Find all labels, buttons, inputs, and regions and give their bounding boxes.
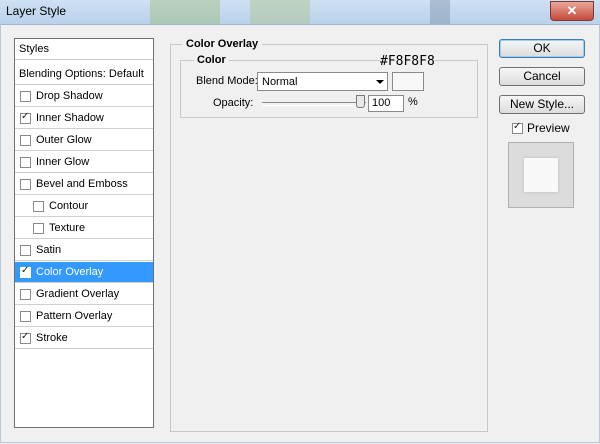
style-item-contour[interactable]: Contour (15, 196, 153, 217)
blend-mode-select[interactable]: Normal (257, 72, 388, 91)
blending-options-item[interactable]: Blending Options: Default (15, 64, 153, 85)
style-item-bevel-and-emboss[interactable]: Bevel and Emboss (15, 174, 153, 195)
opacity-unit: % (408, 96, 418, 108)
style-item-label: Drop Shadow (36, 90, 103, 102)
style-item-label: Stroke (36, 332, 68, 344)
blend-mode-value: Normal (262, 76, 298, 88)
style-item-label: Bevel and Emboss (36, 178, 128, 190)
group-title: Color Overlay (182, 38, 263, 50)
opacity-label: Opacity: (213, 97, 254, 109)
style-checkbox[interactable] (20, 156, 31, 168)
style-item-color-overlay[interactable]: Color Overlay (15, 262, 153, 283)
preview-toggle[interactable]: Preview (512, 121, 570, 135)
close-button[interactable]: ✕ (550, 1, 594, 21)
preview-thumbnail (508, 142, 574, 208)
new-style-button[interactable]: New Style... (499, 95, 585, 114)
style-checkbox[interactable] (20, 310, 31, 322)
preview-swatch (524, 158, 558, 192)
style-item-label: Contour (49, 200, 89, 212)
style-item-label: Texture (49, 222, 86, 234)
style-item-outer-glow[interactable]: Outer Glow (15, 130, 153, 151)
background-blur (430, 0, 450, 24)
window-title: Layer Style (6, 4, 67, 18)
style-item-inner-shadow[interactable]: Inner Shadow (15, 108, 153, 129)
style-item-texture[interactable]: Texture (15, 218, 153, 239)
style-checkbox[interactable] (20, 90, 31, 102)
style-checkbox[interactable] (20, 288, 31, 300)
style-item-label: Gradient Overlay (36, 288, 120, 300)
style-item-label: Satin (36, 244, 62, 256)
color-swatch[interactable] (392, 72, 424, 91)
style-checkbox[interactable] (20, 178, 31, 190)
style-item-gradient-overlay[interactable]: Gradient Overlay (15, 284, 153, 305)
style-item-label: Outer Glow (36, 134, 92, 146)
styles-header[interactable]: Styles (15, 39, 153, 60)
opacity-input[interactable]: 100 (368, 95, 404, 112)
subgroup-title: Color (194, 54, 229, 66)
preview-label: Preview (527, 121, 570, 135)
style-checkbox[interactable] (20, 331, 31, 344)
blend-mode-label: Blend Mode: (196, 75, 258, 87)
background-blur (150, 0, 220, 24)
style-checkbox[interactable] (20, 111, 31, 124)
chevron-down-icon[interactable] (376, 80, 384, 84)
hex-annotation: #F8F8F8 (380, 54, 435, 69)
title-bar: Layer Style ✕ (0, 0, 600, 25)
blending-options-label: Blending Options: Default (19, 68, 144, 80)
style-item-label: Color Overlay (36, 266, 104, 278)
ok-button[interactable]: OK (499, 39, 585, 58)
background-blur (250, 0, 310, 24)
style-item-satin[interactable]: Satin (15, 240, 153, 261)
style-item-inner-glow[interactable]: Inner Glow (15, 152, 153, 173)
styles-header-label: Styles (19, 43, 49, 55)
styles-list: Styles Blending Options: Default Drop Sh… (14, 38, 154, 428)
style-item-pattern-overlay[interactable]: Pattern Overlay (15, 306, 153, 327)
preview-checkbox[interactable] (512, 121, 523, 134)
opacity-slider-thumb[interactable] (356, 95, 365, 108)
style-item-label: Pattern Overlay (36, 310, 113, 322)
style-checkbox[interactable] (20, 134, 31, 146)
style-checkbox[interactable] (33, 222, 44, 234)
style-checkbox[interactable] (20, 265, 31, 278)
style-checkbox[interactable] (33, 200, 44, 212)
style-item-stroke[interactable]: Stroke (15, 328, 153, 349)
close-icon[interactable]: ✕ (567, 3, 578, 18)
style-checkbox[interactable] (20, 244, 31, 256)
style-item-drop-shadow[interactable]: Drop Shadow (15, 86, 153, 107)
style-item-label: Inner Shadow (36, 112, 104, 124)
cancel-button[interactable]: Cancel (499, 67, 585, 86)
opacity-slider-track[interactable] (262, 102, 366, 106)
style-item-label: Inner Glow (36, 156, 90, 168)
